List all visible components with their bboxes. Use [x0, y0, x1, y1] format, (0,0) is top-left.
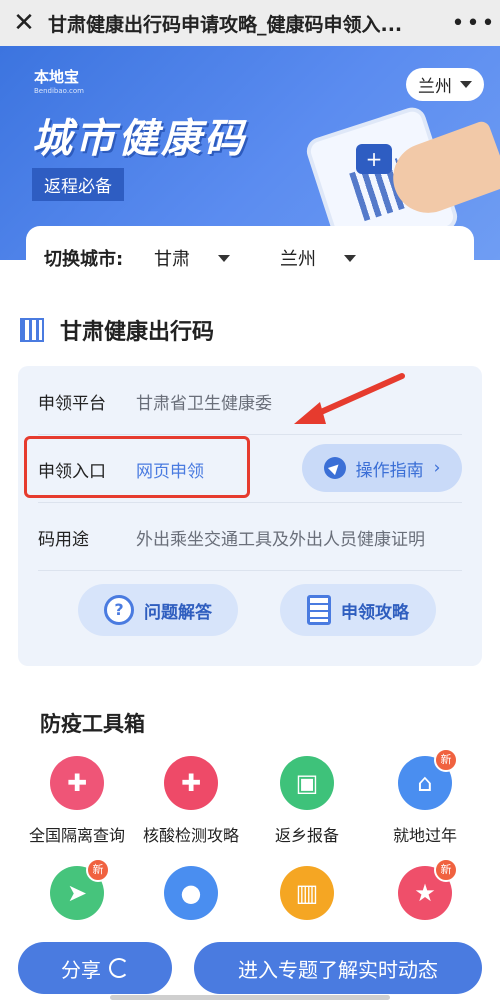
more-icon[interactable]: •••	[448, 11, 500, 36]
platform-value: 甘肃省卫生健康委	[136, 393, 272, 414]
building-icon: ▥	[280, 866, 334, 920]
question-icon: ?	[104, 595, 134, 625]
banner-title: 城市健康码	[32, 116, 247, 162]
city-select-button[interactable]: 兰州	[406, 68, 484, 101]
tool-item[interactable]: ✚ 核酸检测攻略	[136, 756, 246, 846]
highlight-box	[24, 436, 250, 498]
tool-item[interactable]: ▣ 返乡报备	[252, 756, 362, 846]
send-icon: ➤ 新	[50, 858, 110, 920]
bus-icon: ▣	[280, 756, 334, 810]
toolbox-title: 防疫工具箱	[40, 712, 145, 736]
apply-guide-button-label: 申领攻略	[341, 602, 409, 623]
city-value: 兰州	[280, 249, 316, 270]
section-header: 甘肃健康出行码	[20, 314, 214, 346]
guide-button-label: 操作指南	[355, 460, 424, 481]
tool-label: 核酸检测攻略	[142, 826, 239, 845]
navigation-icon	[323, 457, 346, 479]
gift-box-icon: ★ 新	[398, 858, 458, 920]
document-icon	[307, 595, 331, 625]
logo: 本地宝 Bendibao.com	[34, 66, 84, 95]
close-icon[interactable]: ✕	[0, 8, 48, 38]
logo-subtext: Bendibao.com	[34, 87, 85, 95]
page-title: 甘肃健康出行码申请攻略_健康码申领入...	[48, 13, 403, 36]
qr-code-icon	[20, 318, 44, 342]
tool-item[interactable]: ▥	[252, 866, 362, 920]
new-badge: 新	[86, 858, 110, 882]
platform-label: 申领平台	[38, 393, 106, 414]
enter-topic-label: 进入专题了解实时动态	[238, 957, 438, 982]
top-bar: ✕ 甘肃健康出行码申请攻略_健康码申领入... •••	[0, 0, 500, 46]
tool-item[interactable]: ★ 新	[370, 858, 480, 920]
caret-down-icon	[218, 254, 230, 262]
enter-topic-button[interactable]: 进入专题了解实时动态	[194, 942, 482, 994]
guide-button[interactable]: 操作指南 ›	[302, 444, 462, 492]
tool-item[interactable]: ⌂ 新就地过年	[370, 748, 480, 846]
tool-item[interactable]: ●	[136, 866, 246, 920]
share-button-label: 分享	[61, 957, 101, 982]
logo-text: 本地宝	[34, 68, 80, 86]
plus-bubble-icon: +	[356, 144, 392, 174]
usage-value: 外出乘坐交通工具及外出人员健康证明	[136, 529, 425, 550]
city-switch: 切换城市: 甘肃 兰州	[26, 226, 474, 290]
usage-row: 码用途 外出乘坐交通工具及外出人员健康证明	[38, 504, 462, 571]
tool-label: 返乡报备	[274, 826, 339, 845]
faq-button[interactable]: ? 问题解答	[78, 584, 238, 636]
section-title: 甘肃健康出行码	[60, 320, 215, 345]
tool-item[interactable]: ✚ 全国隔离查询	[22, 756, 132, 846]
banner-tag: 返程必备	[32, 168, 124, 201]
tool-item[interactable]: ➤ 新	[22, 858, 132, 920]
home-indicator	[110, 995, 390, 1000]
medicine-bottle-icon: ✚	[50, 756, 104, 810]
city-switch-label: 切换城市:	[44, 249, 124, 270]
city-select-label: 兰州	[418, 77, 452, 97]
tool-label: 全国隔离查询	[28, 826, 125, 845]
house-icon: ⌂ 新	[398, 748, 458, 810]
tool-label: 就地过年	[392, 826, 457, 845]
new-badge: 新	[434, 748, 458, 772]
red-arrow-icon	[294, 373, 405, 424]
usage-label: 码用途	[38, 529, 89, 550]
caret-down-icon	[460, 81, 472, 88]
faq-button-label: 问题解答	[144, 602, 212, 623]
province-value: 甘肃	[154, 249, 190, 270]
new-badge: 新	[434, 858, 458, 882]
medical-cross-icon: ✚	[164, 756, 218, 810]
location-pin-icon: ●	[164, 866, 218, 920]
refresh-icon	[109, 958, 129, 978]
city-select[interactable]: 兰州	[280, 245, 356, 271]
caret-down-icon	[344, 254, 356, 262]
share-button[interactable]: 分享	[18, 942, 172, 994]
apply-guide-button[interactable]: 申领攻略	[280, 584, 436, 636]
chevron-right-icon: ›	[433, 458, 441, 478]
province-select[interactable]: 甘肃	[154, 245, 230, 271]
